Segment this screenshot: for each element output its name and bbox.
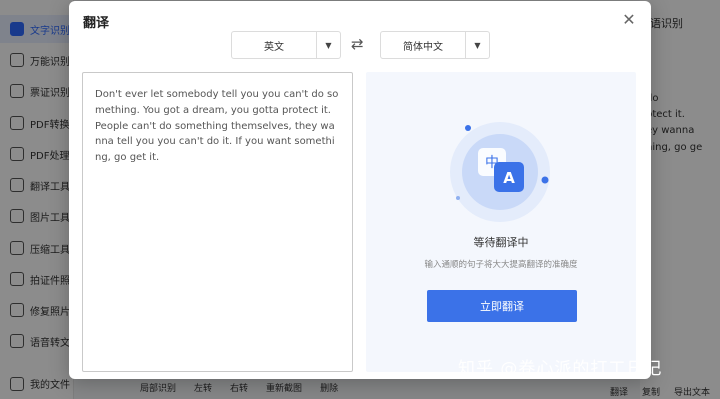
translate-now-button[interactable]: 立即翻译 (427, 290, 577, 322)
watermark: 知乎 @卷心派的打工日记 (458, 359, 663, 379)
swap-icon[interactable]: ⇄ (351, 35, 364, 53)
chevron-down-icon[interactable]: ▼ (465, 32, 489, 58)
dialog-title: 翻译 (83, 16, 110, 31)
target-language-value: 简体中文 (403, 41, 443, 53)
translate-dialog: 翻译 ✕ 英文 ▼ ⇄ 简体中文 ▼ Don't ever let somebo… (69, 1, 651, 379)
svg-text:A: A (503, 169, 515, 187)
translate-illustration-icon: 中 A (450, 122, 550, 222)
chevron-down-icon[interactable]: ▼ (316, 32, 340, 58)
source-language-value: 英文 (264, 41, 284, 53)
target-language-select[interactable]: 简体中文 ▼ (380, 31, 490, 59)
status-title: 等待翻译中 (473, 236, 529, 249)
source-language-select[interactable]: 英文 ▼ (231, 31, 341, 59)
source-text-input[interactable]: Don't ever let somebody tell you you can… (82, 72, 353, 372)
status-hint: 输入通顺的句子将大大提高翻译的准确度 (424, 260, 578, 270)
translation-result-panel: 中 A 等待翻译中 输入通顺的句子将大大提高翻译的准确度 立即翻译 (366, 72, 636, 372)
close-icon[interactable]: ✕ (621, 12, 637, 28)
